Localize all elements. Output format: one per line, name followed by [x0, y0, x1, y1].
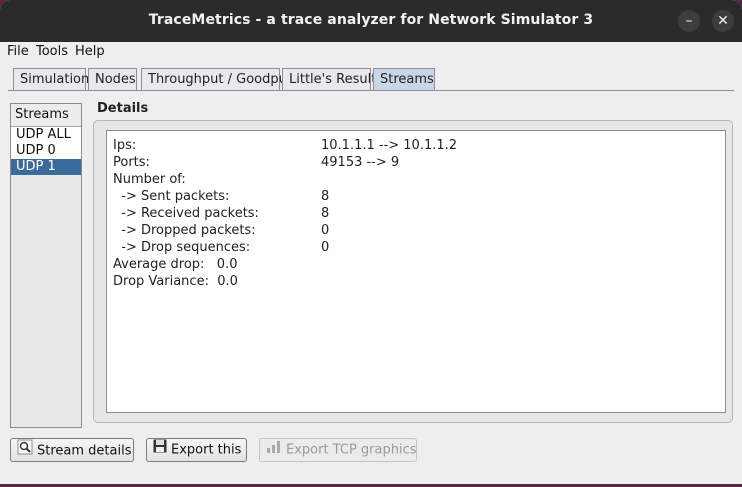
- close-button[interactable]: ✕: [712, 10, 734, 32]
- stream-details-label: Stream details: [37, 443, 132, 459]
- tab-littles-result[interactable]: Little's Result: [282, 68, 376, 90]
- streams-list-header[interactable]: Streams: [11, 104, 81, 127]
- tab-throughput-goodput[interactable]: Throughput / Goodput: [141, 68, 292, 90]
- detail-average-drop: Average drop: 0.0: [113, 257, 238, 272]
- detail-label-ports: Ports:: [113, 155, 150, 170]
- save-icon: [153, 439, 167, 461]
- tab-simulation[interactable]: Simulation: [13, 68, 89, 90]
- magnifier-icon: [17, 439, 33, 463]
- stream-details-button[interactable]: Stream details: [10, 438, 134, 462]
- export-this-button[interactable]: Export this: [146, 438, 247, 462]
- streams-list-empty-area: [11, 175, 81, 427]
- minimize-button[interactable]: –: [678, 10, 700, 32]
- detail-value-ports: 49153 --> 9: [321, 155, 400, 170]
- export-tcp-graphics-button[interactable]: Export TCP graphics: [259, 438, 417, 462]
- detail-value-sent-packets: 8: [321, 189, 330, 204]
- detail-label-ips: Ips:: [113, 138, 137, 153]
- detail-label-received-packets: -> Received packets:: [113, 206, 259, 221]
- menu-help[interactable]: Help: [75, 44, 105, 59]
- detail-value-drop-sequences: 0: [321, 240, 330, 255]
- menu-bar: File Tools Help: [0, 42, 742, 62]
- details-heading: Details: [97, 101, 149, 116]
- tab-divider: [8, 90, 734, 91]
- bar-chart-icon: [266, 439, 282, 461]
- title-bar[interactable]: TraceMetrics - a trace analyzer for Netw…: [0, 0, 742, 42]
- detail-value-ips: 10.1.1.1 --> 10.1.1.2: [321, 138, 458, 153]
- detail-label-number-of: Number of:: [113, 172, 186, 187]
- export-this-label: Export this: [171, 442, 242, 458]
- window-title: TraceMetrics - a trace analyzer for Netw…: [148, 12, 594, 28]
- close-icon: ✕: [717, 13, 729, 29]
- detail-value-dropped-packets: 0: [321, 223, 330, 238]
- detail-label-sent-packets: -> Sent packets:: [113, 189, 230, 204]
- tab-streams[interactable]: Streams: [373, 68, 435, 90]
- stream-item-udp-all[interactable]: UDP ALL: [11, 127, 81, 143]
- export-tcp-graphics-label: Export TCP graphics: [286, 442, 417, 458]
- detail-value-received-packets: 8: [321, 206, 330, 221]
- minimize-icon: –: [685, 13, 693, 29]
- detail-drop-variance: Drop Variance: 0.0: [113, 274, 238, 289]
- menu-file[interactable]: File: [7, 44, 29, 59]
- detail-label-drop-sequences: -> Drop sequences:: [113, 240, 251, 255]
- stream-item-udp-1[interactable]: UDP 1: [11, 159, 81, 175]
- streams-list: Streams UDP ALL UDP 0 UDP 1: [10, 103, 82, 428]
- app-window: TraceMetrics - a trace analyzer for Netw…: [0, 0, 742, 484]
- tab-nodes[interactable]: Nodes: [88, 68, 137, 90]
- menu-tools[interactable]: Tools: [36, 44, 68, 59]
- stream-item-udp-0[interactable]: UDP 0: [11, 143, 81, 159]
- detail-label-dropped-packets: -> Dropped packets:: [113, 223, 256, 238]
